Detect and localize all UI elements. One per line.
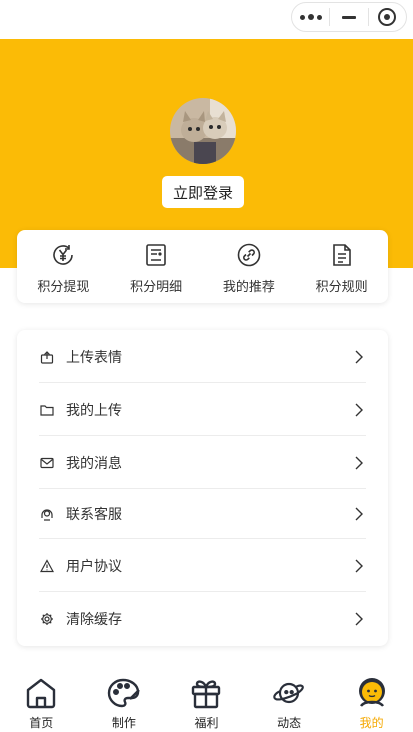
chevron-right-icon [355, 403, 363, 417]
minimize-icon [341, 15, 356, 19]
profile-face-icon [354, 676, 390, 710]
menu-divider [39, 382, 366, 383]
upload-emoji-icon [39, 349, 55, 365]
points-withdraw-label: 积分提现 [37, 280, 90, 295]
more-dots-icon [299, 14, 322, 20]
my-referral-label: 我的推荐 [222, 280, 275, 295]
points-withdraw-item[interactable]: 积分提现 [17, 230, 110, 303]
points-detail-item[interactable]: 积分明细 [110, 230, 203, 303]
tab-feed[interactable]: 动态 [248, 668, 331, 732]
close-miniprogram-button[interactable] [369, 3, 406, 31]
planet-icon [271, 676, 307, 710]
mail-icon [39, 455, 55, 471]
chevron-right-icon [355, 507, 363, 521]
more-button[interactable] [292, 3, 329, 31]
tab-home[interactable]: 首页 [0, 668, 83, 732]
tab-label: 动态 [277, 716, 302, 730]
menu-item-label: 我的上传 [66, 403, 122, 419]
chevron-right-icon [355, 456, 363, 470]
points-rules-item[interactable]: 积分规则 [295, 230, 388, 303]
chevron-right-icon [355, 612, 363, 626]
menu-divider [39, 591, 366, 592]
yuan-refresh-icon [50, 242, 76, 268]
tab-create[interactable]: 制作 [83, 668, 166, 732]
menu-item-label: 联系客服 [66, 507, 122, 523]
link-icon [236, 242, 262, 268]
folder-icon [39, 402, 55, 418]
list-detail-icon [143, 242, 169, 268]
chevron-right-icon [355, 350, 363, 364]
document-icon [329, 242, 355, 268]
my-referral-item[interactable]: 我的推荐 [203, 230, 296, 303]
menu-item-my-messages[interactable]: 我的消息 [39, 453, 366, 473]
settings-menu: 上传表情 我的上传 我的消息 联系客服 用户协议 清除缓存 [17, 330, 388, 646]
points-detail-label: 积分明细 [130, 280, 183, 295]
menu-item-label: 清除缓存 [66, 612, 122, 628]
menu-item-label: 用户协议 [66, 559, 122, 575]
bottom-tab-bar: 首页 制作 福利 动态 我的 [0, 668, 413, 732]
target-circle-icon [378, 8, 397, 26]
warning-icon [39, 558, 55, 574]
menu-item-user-agreement[interactable]: 用户协议 [39, 556, 366, 576]
tab-label: 福利 [194, 716, 219, 730]
gift-icon [188, 676, 224, 710]
menu-divider [39, 538, 366, 539]
top-bar [0, 0, 413, 39]
avatar[interactable] [170, 98, 236, 164]
gear-icon [39, 611, 55, 627]
menu-item-label: 我的消息 [66, 456, 122, 472]
menu-item-upload-emoji[interactable]: 上传表情 [39, 347, 366, 367]
menu-divider [39, 435, 366, 436]
login-button[interactable]: 立即登录 [162, 176, 244, 208]
headset-icon [39, 506, 55, 522]
menu-item-customer-service[interactable]: 联系客服 [39, 504, 366, 524]
tab-welfare[interactable]: 福利 [165, 668, 248, 732]
tab-label: 首页 [29, 716, 54, 730]
chevron-right-icon [355, 559, 363, 573]
menu-item-clear-cache[interactable]: 清除缓存 [39, 609, 366, 629]
minimize-button[interactable] [330, 3, 367, 31]
menu-item-my-uploads[interactable]: 我的上传 [39, 400, 366, 420]
palette-icon [106, 676, 142, 710]
menu-item-label: 上传表情 [66, 350, 122, 366]
home-icon [23, 676, 59, 710]
tab-label: 我的 [359, 716, 384, 730]
points-card: 积分提现 积分明细 我的推荐 积分规则 [17, 230, 388, 303]
menu-divider [39, 488, 366, 489]
tab-mine[interactable]: 我的 [330, 668, 413, 732]
tab-label: 制作 [111, 716, 136, 730]
points-rules-label: 积分规则 [315, 280, 368, 295]
mini-program-capsule [291, 2, 407, 32]
